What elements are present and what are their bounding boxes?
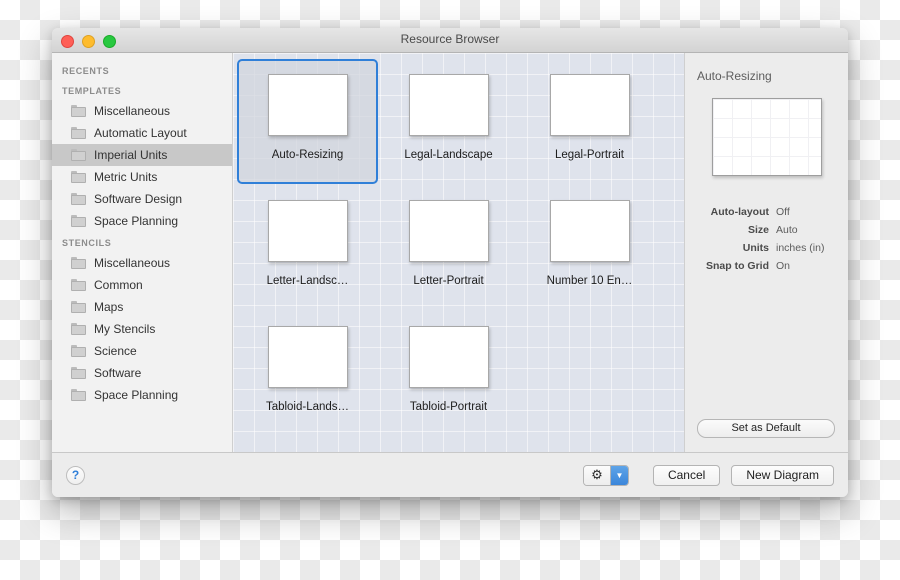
folder-icon [71,257,86,269]
sidebar-item-software-design[interactable]: Software Design [52,188,232,210]
chevron-down-icon[interactable]: ▼ [610,466,628,485]
sidebar-item-label: Miscellaneous [94,104,170,118]
property-row-units: Units inches (in) [697,242,836,254]
sidebar-header-templates: TEMPLATES [52,80,232,100]
sidebar-item-label: Metric Units [94,170,157,184]
template-label: Tabloid-Portrait [410,401,487,413]
inspector-title: Auto-Resizing [697,69,836,83]
template-cell-legal-portrait[interactable]: Legal-Portrait [519,59,660,184]
sidebar-item-miscellaneous-stencils[interactable]: Miscellaneous [52,252,232,274]
template-cell-letter-portrait[interactable]: Letter-Portrait [378,185,519,310]
sidebar-item-automatic-layout[interactable]: Automatic Layout [52,122,232,144]
property-key: Snap to Grid [697,260,776,272]
sidebar-item-label: Automatic Layout [94,126,187,140]
property-value: inches (in) [776,242,824,254]
sidebar-item-miscellaneous-templates[interactable]: Miscellaneous [52,100,232,122]
folder-icon [71,105,86,117]
property-key: Size [697,224,776,236]
template-cell-auto-resizing[interactable]: Auto-Resizing [237,59,378,184]
sidebar-header-recents: RECENTS [52,60,232,80]
property-key: Auto-layout [697,206,776,218]
page-thumbnail [268,74,348,136]
sidebar-item-label: Miscellaneous [94,256,170,270]
property-row-snap-to-grid: Snap to Grid On [697,260,836,272]
folder-icon [71,171,86,183]
sidebar-item-label: My Stencils [94,322,155,336]
sidebar-item-software[interactable]: Software [52,362,232,384]
template-cell-letter-landscape[interactable]: Letter-Landsc… [237,185,378,310]
sidebar-item-label: Space Planning [94,214,178,228]
sidebar-item-science[interactable]: Science [52,340,232,362]
template-cell-number-10-envelope[interactable]: Number 10 En… [519,185,660,310]
cancel-button[interactable]: Cancel [653,465,720,486]
folder-icon [71,279,86,291]
sidebar-item-space-planning-stencils[interactable]: Space Planning [52,384,232,406]
sidebar-item-maps[interactable]: Maps [52,296,232,318]
property-row-auto-layout: Auto-layout Off [697,206,836,218]
sidebar-header-stencils: STENCILS [52,232,232,252]
template-grid: Auto-Resizing Legal-Landscape Legal-Port… [233,53,684,452]
sidebar-item-common[interactable]: Common [52,274,232,296]
template-label: Letter-Portrait [413,275,483,287]
page-thumbnail [409,200,489,262]
window-title: Resource Browser [52,32,848,46]
sidebar-item-space-planning-templates[interactable]: Space Planning [52,210,232,232]
inspector-panel: Auto-Resizing Auto-layout Off Size Auto … [684,53,848,452]
window-body: RECENTS TEMPLATES Miscellaneous Automati… [52,53,848,452]
property-key: Units [697,242,776,254]
property-value: On [776,260,790,272]
template-label: Letter-Landsc… [267,275,349,287]
page-thumbnail [550,74,630,136]
sidebar-item-my-stencils[interactable]: My Stencils [52,318,232,340]
gear-icon[interactable]: ⚙ [584,466,610,485]
sidebar-item-metric-units[interactable]: Metric Units [52,166,232,188]
resource-browser-window: Resource Browser RECENTS TEMPLATES Misce… [52,28,848,497]
template-cell-tabloid-landscape[interactable]: Tabloid-Lands… [237,311,378,436]
help-icon[interactable]: ? [66,466,85,485]
template-cell-legal-landscape[interactable]: Legal-Landscape [378,59,519,184]
sidebar-item-label: Imperial Units [94,148,167,162]
page-thumbnail [268,200,348,262]
sidebar-item-label: Maps [94,300,123,314]
folder-icon [71,215,86,227]
folder-icon [71,149,86,161]
action-menu[interactable]: ⚙ ▼ [583,465,629,486]
sidebar-item-imperial-units[interactable]: Imperial Units [52,144,232,166]
template-label: Auto-Resizing [272,149,344,161]
sidebar-item-label: Science [94,344,137,358]
template-label: Tabloid-Lands… [266,401,349,413]
folder-icon [71,389,86,401]
template-label: Number 10 En… [547,275,633,287]
template-label: Legal-Landscape [404,149,492,161]
sidebar-item-label: Common [94,278,143,292]
folder-icon [71,127,86,139]
inspector-properties: Auto-layout Off Size Auto Units inches (… [697,206,836,272]
set-as-default-button[interactable]: Set as Default [697,419,835,438]
property-row-size: Size Auto [697,224,836,236]
template-cell-tabloid-portrait[interactable]: Tabloid-Portrait [378,311,519,436]
bottom-toolbar: ? ⚙ ▼ Cancel New Diagram [52,452,848,497]
folder-icon [71,301,86,313]
page-thumbnail [409,74,489,136]
sidebar-item-label: Software Design [94,192,182,206]
template-label: Legal-Portrait [555,149,624,161]
property-value: Auto [776,224,798,236]
folder-icon [71,323,86,335]
sidebar: RECENTS TEMPLATES Miscellaneous Automati… [52,53,233,452]
folder-icon [71,367,86,379]
folder-icon [71,345,86,357]
folder-icon [71,193,86,205]
page-thumbnail [409,326,489,388]
page-thumbnail [268,326,348,388]
new-diagram-button[interactable]: New Diagram [731,465,834,486]
page-thumbnail [550,200,630,262]
property-value: Off [776,206,790,218]
window-titlebar: Resource Browser [52,28,848,53]
sidebar-item-label: Space Planning [94,388,178,402]
sidebar-item-label: Software [94,366,141,380]
inspector-preview [712,98,822,176]
